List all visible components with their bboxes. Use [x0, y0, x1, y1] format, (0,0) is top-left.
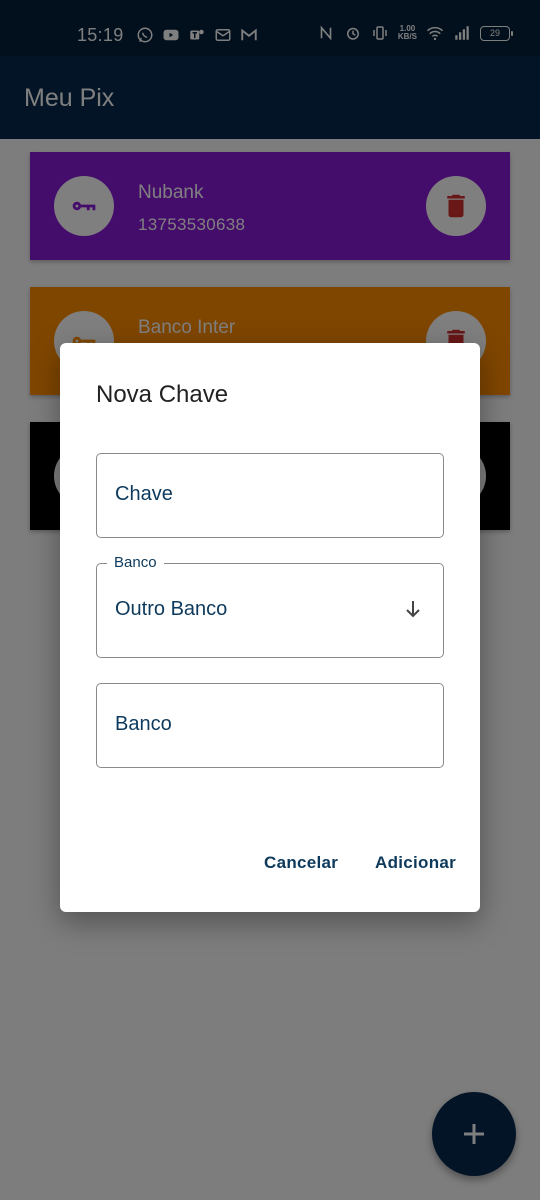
- cancel-button[interactable]: Cancelar: [264, 853, 338, 873]
- key-input-hint: Chave: [115, 483, 173, 505]
- dialog-title: Nova Chave: [96, 381, 229, 408]
- bank-select[interactable]: Banco Outro Banco: [96, 554, 444, 658]
- bank-name-input[interactable]: Banco: [96, 683, 444, 768]
- bank-select-label: Banco: [107, 554, 164, 571]
- arrow-down-icon: [406, 601, 420, 618]
- key-input[interactable]: Chave: [96, 453, 444, 538]
- new-key-dialog: Nova Chave Chave Banco Outro Banco Banco…: [60, 343, 480, 912]
- bank-select-value: Outro Banco: [115, 598, 228, 620]
- add-button[interactable]: Adicionar: [375, 853, 456, 873]
- bank-name-input-hint: Banco: [115, 713, 172, 735]
